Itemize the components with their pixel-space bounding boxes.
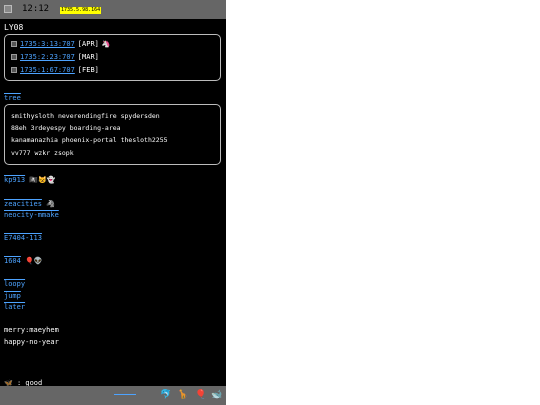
log-entry[interactable]: 1735:3:13:707 [APR] 🦄	[11, 39, 111, 49]
blank-canvas	[226, 0, 540, 405]
log-title: LY08	[4, 23, 24, 32]
balloon-alien-icons: 🎈👽	[25, 257, 43, 265]
log-panel: 1735:3:13:707 [APR] 🦄 1735:2:23:707 [MAR…	[4, 34, 221, 81]
zeacities-link[interactable]: zeacities 🦓	[4, 200, 55, 208]
neocity-link[interactable]: neocity-mmake	[4, 211, 59, 219]
log-entry[interactable]: 1735:2:23:707 [MAR]	[11, 52, 99, 62]
status-bar: 12:12 1735.5.98.164	[0, 0, 226, 19]
log-date[interactable]: 1735:3:13:707	[20, 40, 75, 48]
tree-line: 88eh 3rdeyespy boarding-area	[11, 124, 121, 132]
calendar-icon	[11, 41, 17, 47]
tree-line: smithysloth neverendingfire spydersden	[11, 112, 160, 120]
e7404-link[interactable]: E7404-113	[4, 234, 42, 242]
tree-panel: smithysloth neverendingfire spydersden 8…	[4, 104, 221, 165]
tree-line: kanamanazhia phoenix-portal thesloth2255	[11, 136, 168, 144]
giraffe-icon[interactable]: 🦒	[177, 390, 188, 400]
calendar-icon	[11, 54, 17, 60]
log-tag: [APR]	[77, 40, 99, 48]
status-time: 12:12	[22, 4, 50, 14]
phone-screen: 12:12 1735.5.98.164 LY08 1735:3:13:707 […	[0, 0, 226, 405]
calendar-icon	[11, 67, 17, 73]
log-date[interactable]: 1735:1:67:707	[20, 66, 75, 74]
tree-link[interactable]: tree	[4, 94, 21, 102]
log-date[interactable]: 1735:2:23:707	[20, 53, 75, 61]
zebra-icon: 🦓	[46, 200, 55, 208]
bottom-link[interactable]	[114, 391, 136, 395]
date-badge: 1735.5.98.164	[60, 7, 102, 14]
whale-icon[interactable]: 🐋	[211, 390, 222, 400]
unicorn-icon: 🦄	[101, 40, 111, 48]
1604-link[interactable]: 1604 🎈👽	[4, 257, 43, 265]
dolphin-icon[interactable]: 🐬	[160, 390, 171, 400]
note-line: merry:maeyhem	[4, 326, 59, 334]
log-entry[interactable]: 1735:1:67:707 [FEB]	[11, 65, 99, 75]
broken-image-icon	[4, 5, 12, 13]
note-line: happy-no-year	[4, 338, 59, 346]
balloon-icon[interactable]: 🎈	[195, 390, 206, 400]
pirate-cat-ghost-icons: 🏴‍☠️😺👻	[29, 176, 56, 184]
loopy-link[interactable]: loopy	[4, 280, 25, 288]
kp913-link[interactable]: kp913 🏴‍☠️😺👻	[4, 176, 55, 184]
later-link[interactable]: later	[4, 303, 25, 311]
jump-link[interactable]: jump	[4, 292, 21, 300]
tree-line: vv777 wzkr zsopk	[11, 149, 74, 157]
bottom-bar: 🐬 🦒 🎈 🐋	[0, 386, 226, 405]
log-tag: [MAR]	[77, 53, 99, 61]
log-tag: [FEB]	[77, 66, 99, 74]
